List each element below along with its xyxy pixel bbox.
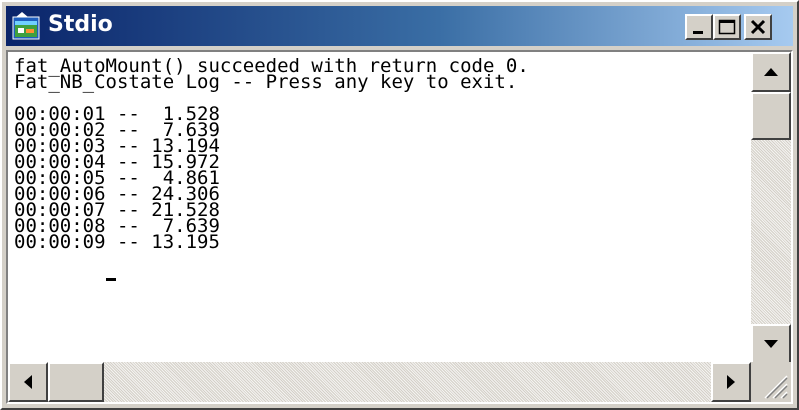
close-button[interactable] [744,14,772,40]
window-title: Stdio [48,12,113,37]
scroll-down-button[interactable] [751,324,791,364]
scroll-up-button[interactable] [751,52,791,92]
horizontal-scrollbar[interactable] [8,362,751,402]
arrow-down-icon [764,340,778,348]
horizontal-scroll-thumb[interactable] [48,362,104,402]
minimize-button[interactable] [685,14,713,40]
resize-grip-icon [764,375,788,399]
title-bar[interactable]: Stdio [6,6,793,46]
close-icon [750,19,766,35]
resize-grip[interactable] [751,362,791,402]
arrow-right-icon [727,375,735,389]
stdio-window: Stdio fat_AutoMount() succeeded with ret… [0,0,799,410]
maximize-button[interactable] [713,14,741,40]
vertical-scrollbar[interactable] [751,52,791,364]
console-output[interactable]: fat_AutoMount() succeeded with return co… [10,54,754,360]
arrow-up-icon [764,68,778,76]
scroll-right-button[interactable] [711,362,751,402]
maximize-icon [718,19,736,35]
scroll-left-button[interactable] [8,362,48,402]
app-window-icon [12,12,40,40]
console-client-area: fat_AutoMount() succeeded with return co… [6,50,793,404]
console-line: Fat_NB_Costate Log -- Press any key to e… [14,71,518,93]
text-cursor [105,278,116,281]
vertical-scroll-thumb[interactable] [751,92,791,140]
console-line: 00:00:09 -- 13.195 [14,231,220,253]
arrow-left-icon [24,375,32,389]
minimize-icon [693,31,703,34]
